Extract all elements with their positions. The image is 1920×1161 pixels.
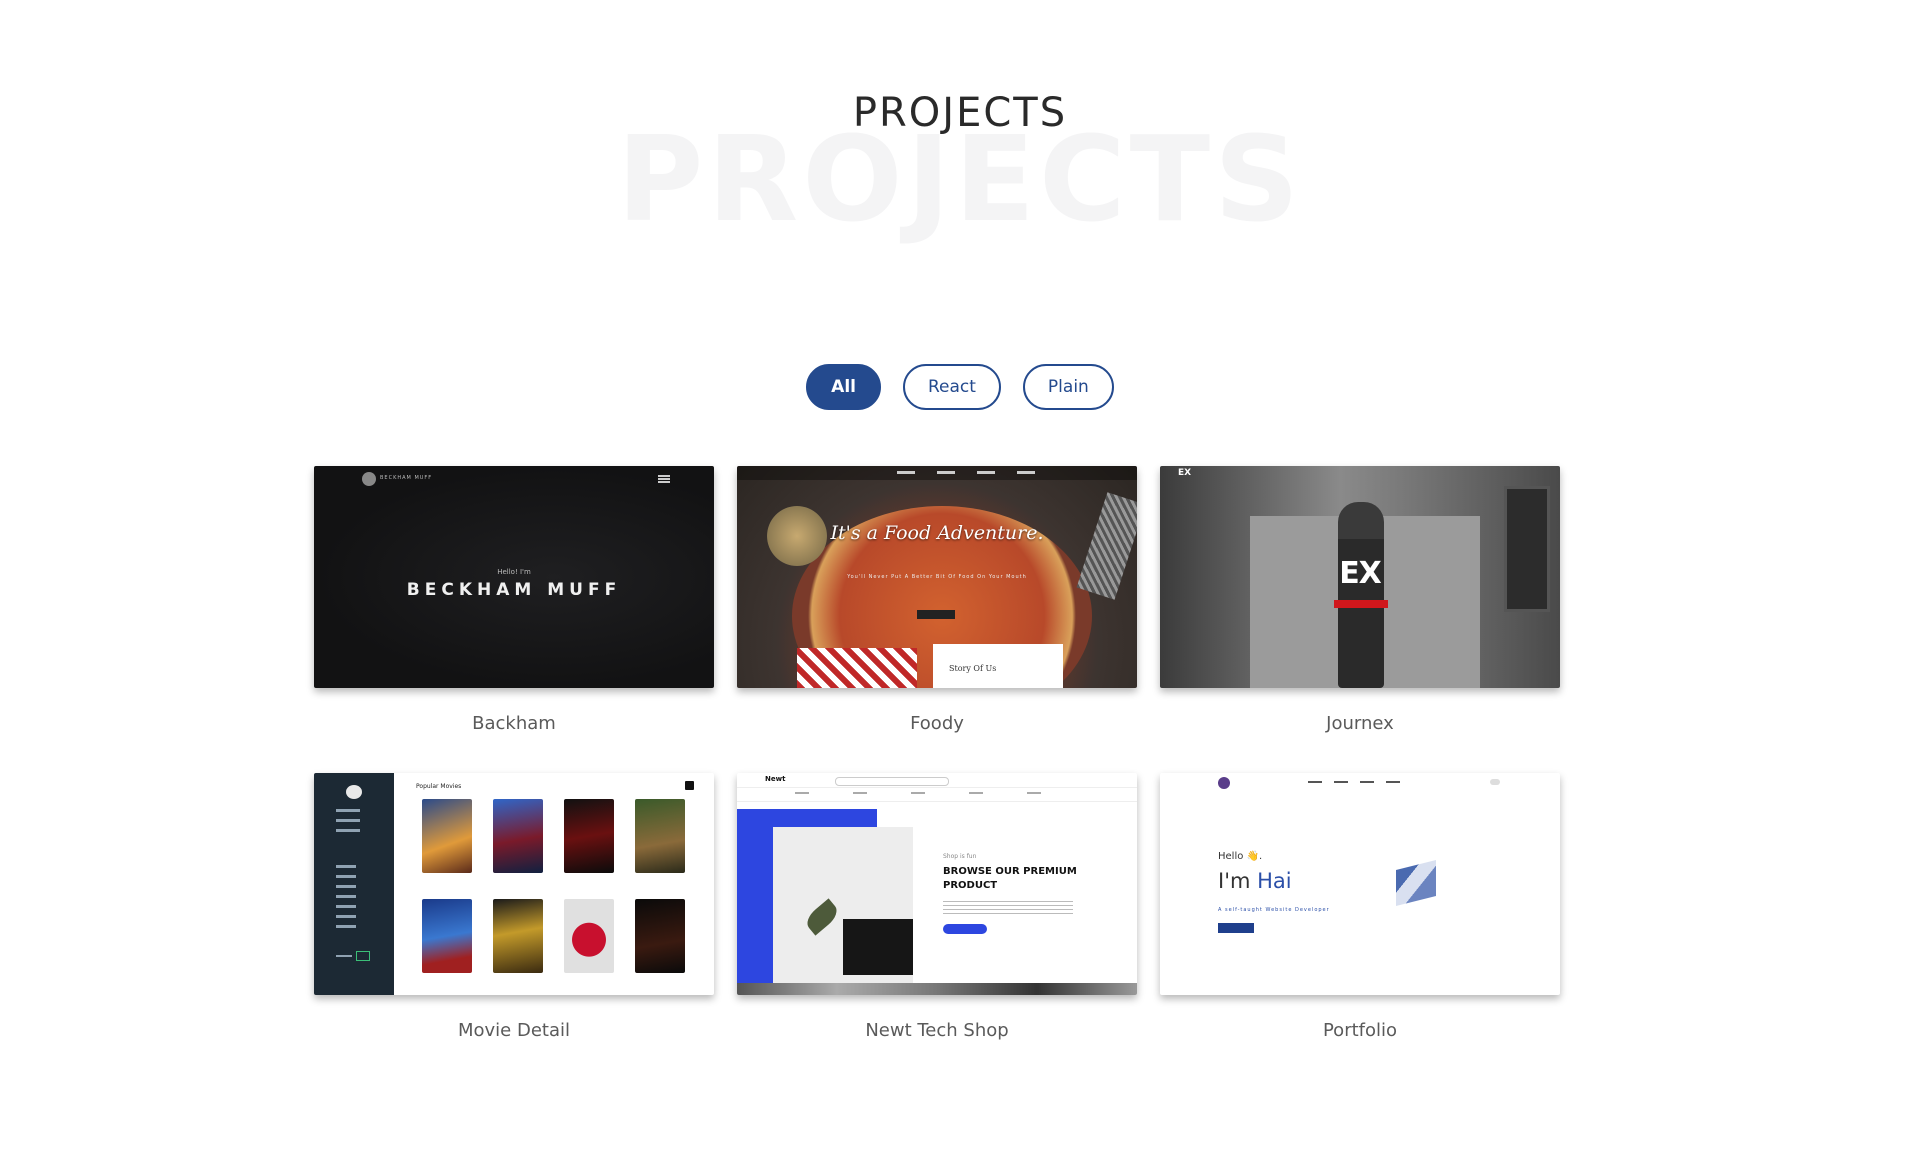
thumb-red-bar xyxy=(1334,600,1388,608)
thumb-nav-links xyxy=(795,792,1041,794)
thumb-logo-text: BECKHAM MUFF xyxy=(380,475,433,481)
model-figure xyxy=(1338,502,1384,688)
project-title[interactable]: Movie Detail xyxy=(314,1020,714,1046)
project-card-foody[interactable]: It's a Food Adventure. You'll Never Put … xyxy=(737,466,1137,739)
project-card-movie-detail[interactable]: Popular Movies Movie Detail xyxy=(314,773,714,1046)
picture-frame xyxy=(1504,486,1550,612)
filter-plain-button[interactable]: Plain xyxy=(1022,364,1114,410)
project-thumbnail[interactable]: Newt Shop is fun BROWSE OUR PREMIUM PROD… xyxy=(737,773,1137,995)
project-title[interactable]: Newt Tech Shop xyxy=(737,1020,1137,1046)
thumb-poster-grid xyxy=(422,799,685,973)
thumb-subtitle: You'll Never Put A Better Bit Of Food On… xyxy=(847,574,1027,580)
thumb-brand: EX xyxy=(1339,556,1382,591)
close-icon xyxy=(685,781,694,790)
project-grid: BECKHAM MUFF Hello! I'm BECKHAM MUFF Bac… xyxy=(314,466,1560,1046)
page-title: PROJECTS xyxy=(852,90,1068,136)
movie-poster xyxy=(493,799,543,873)
thumb-intro-name: Hai xyxy=(1257,869,1292,893)
thumb-logo: EX xyxy=(1178,468,1192,478)
movie-poster xyxy=(422,799,472,873)
thumb-story-text: Story Of Us xyxy=(949,664,997,673)
project-thumbnail[interactable]: It's a Food Adventure. You'll Never Put … xyxy=(737,466,1137,688)
thumb-button xyxy=(1218,923,1254,933)
project-thumbnail[interactable]: Hello 👋. I'm Hai A self-taught Website D… xyxy=(1160,773,1560,995)
project-thumbnail[interactable]: EX EX xyxy=(1160,466,1560,688)
thumb-greeting: Hello 👋. xyxy=(1218,851,1263,862)
movie-poster xyxy=(422,899,472,973)
project-thumbnail[interactable]: Popular Movies xyxy=(314,773,714,995)
thumb-hero-text: BROWSE OUR PREMIUM PRODUCT xyxy=(943,866,1077,891)
filter-bar: All React Plain xyxy=(0,364,1920,410)
thumb-story-card: Story Of Us xyxy=(933,644,1063,688)
project-card-journex[interactable]: EX EX Journex xyxy=(1160,466,1560,739)
projects-page: PROJECTS PROJECTS All React Plain BECKHA… xyxy=(0,0,1920,1161)
thumb-sidebar-badge xyxy=(356,951,370,961)
thumb-greeting: Hello! I'm xyxy=(497,568,531,576)
avatar xyxy=(362,472,376,486)
tablecloth-image xyxy=(797,648,917,688)
thumb-headline: It's a Food Adventure. xyxy=(830,522,1044,544)
thumb-sidebar-label xyxy=(336,955,352,957)
thumb-button xyxy=(943,924,987,934)
filter-all-button[interactable]: All xyxy=(806,364,881,410)
project-title[interactable]: Journex xyxy=(1160,713,1560,739)
thumb-sidebar-logo xyxy=(346,785,362,799)
hamburger-icon xyxy=(658,475,670,483)
project-card-backham[interactable]: BECKHAM MUFF Hello! I'm BECKHAM MUFF Bac… xyxy=(314,466,714,739)
project-card-portfolio[interactable]: Hello 👋. I'm Hai A self-taught Website D… xyxy=(1160,773,1560,1046)
thumb-cta xyxy=(917,610,955,619)
thumb-intro: I'm Hai xyxy=(1218,869,1292,893)
movie-poster xyxy=(564,899,614,973)
thumb-nav-links xyxy=(897,471,1035,474)
movie-poster xyxy=(493,899,543,973)
thumb-paragraph xyxy=(943,901,1073,915)
thumb-section-title: Popular Movies xyxy=(416,783,462,790)
movie-poster xyxy=(635,799,685,873)
filter-react-button[interactable]: React xyxy=(902,364,1001,410)
project-card-newt-tech-shop[interactable]: Newt Shop is fun BROWSE OUR PREMIUM PROD… xyxy=(737,773,1137,1046)
thumb-name: BECKHAM MUFF xyxy=(406,580,622,600)
project-title[interactable]: Foody xyxy=(737,713,1137,739)
project-title[interactable]: Backham xyxy=(314,713,714,739)
project-thumbnail[interactable]: BECKHAM MUFF Hello! I'm BECKHAM MUFF xyxy=(314,466,714,688)
thumb-navbar xyxy=(737,787,1137,802)
movie-poster xyxy=(635,899,685,973)
thumb-brand: Newt xyxy=(765,775,786,783)
movie-poster xyxy=(564,799,614,873)
project-title[interactable]: Portfolio xyxy=(1160,1020,1560,1046)
thumb-sidebar-items xyxy=(336,809,360,839)
theme-toggle-icon xyxy=(1490,779,1500,785)
thumb-search-bar xyxy=(835,777,949,786)
thumb-nav-links xyxy=(1308,781,1400,783)
thumb-intro-prefix: I'm xyxy=(1218,869,1258,893)
thumb-tagline: A self-taught Website Developer xyxy=(1218,907,1330,913)
thumb-image-strip xyxy=(737,983,1137,995)
thumb-sidebar-genres xyxy=(336,865,356,935)
grater-image xyxy=(1076,492,1137,600)
section-heading: PROJECTS PROJECTS xyxy=(0,60,1920,248)
thumb-black-block xyxy=(843,919,913,975)
thumb-kicker: Shop is fun xyxy=(943,853,977,860)
isometric-illustration xyxy=(1396,860,1436,906)
thumb-logo xyxy=(1218,777,1230,789)
